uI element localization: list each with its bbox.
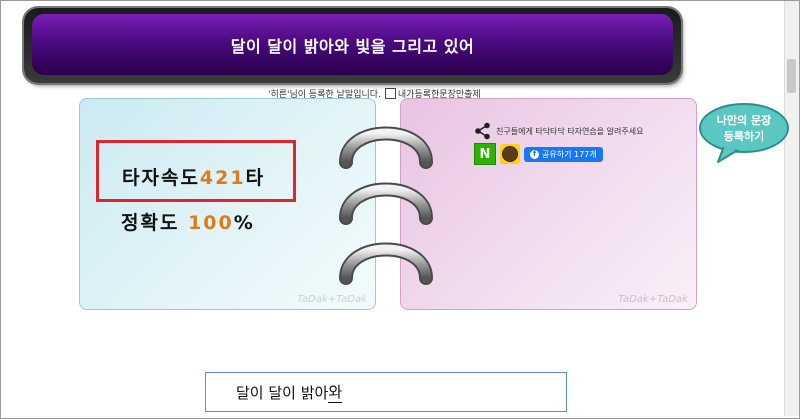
bubble-line-1: 나만의 문장 — [717, 113, 771, 127]
naver-share-button[interactable]: N — [474, 143, 496, 165]
facebook-icon: f — [530, 149, 539, 159]
current-sentence: 달이 달이 밝아와 빛을 그리고 있어 — [230, 36, 475, 56]
accuracy-unit: % — [233, 212, 255, 234]
binder-ring-icon — [339, 242, 433, 285]
kakao-story-icon — [502, 146, 518, 162]
facebook-share-label: 공유하기 177개 — [542, 149, 597, 159]
binder-ring-icon — [339, 126, 433, 169]
register-my-sentence-button[interactable]: 나만의 문장 등록하기 — [696, 100, 792, 166]
watermark: TaDak+TaDak — [297, 294, 367, 305]
my-sentences-only-checkbox[interactable] — [384, 88, 396, 99]
share-icon[interactable] — [474, 122, 492, 140]
watermark: TaDak+TaDak — [618, 294, 688, 305]
speed-value: 421 — [199, 167, 246, 189]
sentence-banner-inner: 달이 달이 밝아와 빛을 그리고 있어 — [32, 14, 673, 75]
typing-input[interactable]: 달이 달이 밝아 와 — [205, 372, 567, 412]
speed-label: 타자속도 — [122, 167, 200, 189]
share-row: 친구들에게 타닥타닥 타자연습을 알려주세요 — [474, 122, 643, 140]
sentence-banner: 달이 달이 밝아와 빛을 그리고 있어 — [24, 8, 681, 83]
naver-label: N — [479, 146, 491, 162]
facebook-share-button[interactable]: f 공유하기 177개 — [524, 146, 603, 162]
speed-unit: 타 — [245, 167, 266, 189]
typing-speed: 타자속도421타 — [122, 163, 265, 190]
share-text: 친구들에게 타닥타닥 타자연습을 알려주세요 — [496, 126, 644, 136]
accuracy: 정확도 100% — [121, 208, 255, 235]
accuracy-label: 정확도 — [121, 212, 180, 234]
bubble-line-2: 등록하기 — [724, 129, 764, 143]
stats-card: TaDak+TaDak — [79, 98, 376, 310]
scrollbar-thumb[interactable] — [787, 59, 796, 93]
accuracy-value: 100 — [188, 212, 234, 234]
binder-ring-icon — [339, 182, 433, 225]
share-buttons: N f 공유하기 177개 — [474, 143, 603, 165]
typed-prefix: 달이 달이 밝아 — [236, 383, 329, 402]
typed-composing-char: 와 — [328, 383, 343, 403]
vertical-scrollbar[interactable] — [784, 1, 799, 416]
kakao-share-button[interactable] — [500, 144, 520, 164]
